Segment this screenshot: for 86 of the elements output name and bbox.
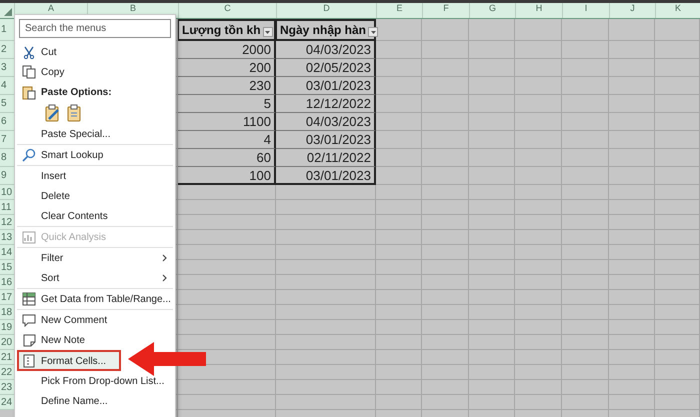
- column-header[interactable]: D: [276, 3, 376, 18]
- row-header[interactable]: 15: [0, 260, 14, 275]
- table-icon: [22, 292, 36, 306]
- table-cell: 60: [178, 149, 276, 167]
- menu-heading: Paste Options:: [17, 82, 173, 102]
- row-header[interactable]: 20: [0, 335, 14, 350]
- column-header[interactable]: E: [376, 3, 422, 18]
- menu-item[interactable]: Cut: [17, 42, 173, 62]
- row-header[interactable]: 4: [0, 77, 14, 95]
- copy-icon: [22, 65, 36, 79]
- table-cell: 02/11/2022: [276, 149, 376, 167]
- table-cell: 5: [178, 95, 276, 113]
- row-header[interactable]: 8: [0, 149, 14, 167]
- table-cell: 100: [178, 167, 276, 185]
- table-cell: 1100: [178, 113, 276, 131]
- filter-button[interactable]: [368, 27, 378, 37]
- clipboard-icon[interactable]: [67, 104, 81, 122]
- table-cell: 04/03/2023: [276, 113, 376, 131]
- note-icon: [22, 334, 36, 346]
- filter-button[interactable]: [262, 27, 273, 37]
- table-cell: 03/01/2023: [276, 131, 376, 149]
- menu-item[interactable]: Copy: [17, 62, 173, 82]
- menu-item[interactable]: Define Name...: [17, 391, 173, 411]
- table-cell: 230: [178, 77, 276, 95]
- menu-item[interactable]: Insert: [17, 165, 173, 186]
- menu-item[interactable]: Get Data from Table/Range...: [17, 288, 173, 309]
- menu-item[interactable]: Paste Special...: [17, 124, 173, 144]
- row-header[interactable]: 6: [0, 113, 14, 131]
- search-icon: [22, 148, 36, 162]
- table-cell: 03/01/2023: [276, 167, 376, 185]
- caret-icon: [265, 30, 270, 34]
- menu-item[interactable]: Clear Contents: [17, 206, 173, 226]
- chevron-right-icon: [162, 254, 167, 262]
- row-header[interactable]: 19: [0, 320, 14, 335]
- row-header[interactable]: 22: [0, 365, 14, 380]
- row-header[interactable]: 10: [0, 185, 14, 200]
- table-cell: 4: [178, 131, 276, 149]
- column-header[interactable]: J: [609, 3, 655, 18]
- scissors-icon: [23, 46, 35, 58]
- row-header[interactable]: 23: [0, 380, 14, 395]
- chevron-right-icon: [162, 274, 167, 282]
- menu-item[interactable]: New Note: [17, 330, 173, 350]
- caret-icon: [370, 30, 376, 34]
- row-header[interactable]: 14: [0, 245, 14, 260]
- row-header[interactable]: 9: [0, 167, 14, 185]
- table-cell: 04/03/2023: [276, 41, 376, 59]
- row-header[interactable]: 1: [0, 19, 14, 41]
- row-header[interactable]: 13: [0, 230, 14, 245]
- column-header[interactable]: H: [515, 3, 562, 18]
- table-cell: 12/12/2022: [276, 95, 376, 113]
- column-header[interactable]: F: [422, 3, 469, 18]
- menu-item[interactable]: Pick From Drop-down List...: [17, 371, 173, 391]
- table-cell: 03/01/2023: [276, 77, 376, 95]
- row-header[interactable]: 24: [0, 395, 14, 410]
- menu-item[interactable]: Format Cells...: [17, 350, 121, 371]
- menu-item[interactable]: New Comment: [17, 309, 173, 330]
- column-heading: Lượng tồn kh: [182, 23, 261, 37]
- row-header[interactable]: 21: [0, 350, 14, 365]
- format-cells-icon: [23, 354, 35, 368]
- row-header[interactable]: 12: [0, 215, 14, 230]
- menu-item[interactable]: Smart Lookup: [17, 144, 173, 165]
- row-header[interactable]: 18: [0, 305, 14, 320]
- select-all-icon[interactable]: [4, 8, 12, 16]
- column-header[interactable]: K: [655, 3, 700, 18]
- menu-item[interactable]: Delete: [17, 186, 173, 206]
- column-header[interactable]: G: [469, 3, 515, 18]
- row-header[interactable]: 16: [0, 275, 14, 290]
- chart-icon: [22, 230, 36, 244]
- row-header[interactable]: 11: [0, 200, 14, 215]
- row-header[interactable]: 2: [0, 41, 14, 59]
- comment-icon: [22, 314, 36, 326]
- search-field[interactable]: Search the menus: [19, 19, 171, 38]
- table-cell: 2000: [178, 41, 276, 59]
- row-header[interactable]: 5: [0, 95, 14, 113]
- table-cell: 02/05/2023: [276, 59, 376, 77]
- menu-item[interactable]: Filter: [17, 247, 173, 268]
- column-header[interactable]: C: [178, 3, 276, 18]
- column-heading: Ngày nhập hàn: [280, 23, 366, 37]
- clipboard-icon: [22, 84, 36, 100]
- paste-formatting-icon[interactable]: [45, 104, 61, 122]
- row-header[interactable]: 17: [0, 290, 14, 305]
- menu-item[interactable]: Sort: [17, 268, 173, 288]
- table-cell: 200: [178, 59, 276, 77]
- row-header[interactable]: 3: [0, 59, 14, 77]
- row-header[interactable]: 7: [0, 131, 14, 149]
- column-header[interactable]: I: [562, 3, 609, 18]
